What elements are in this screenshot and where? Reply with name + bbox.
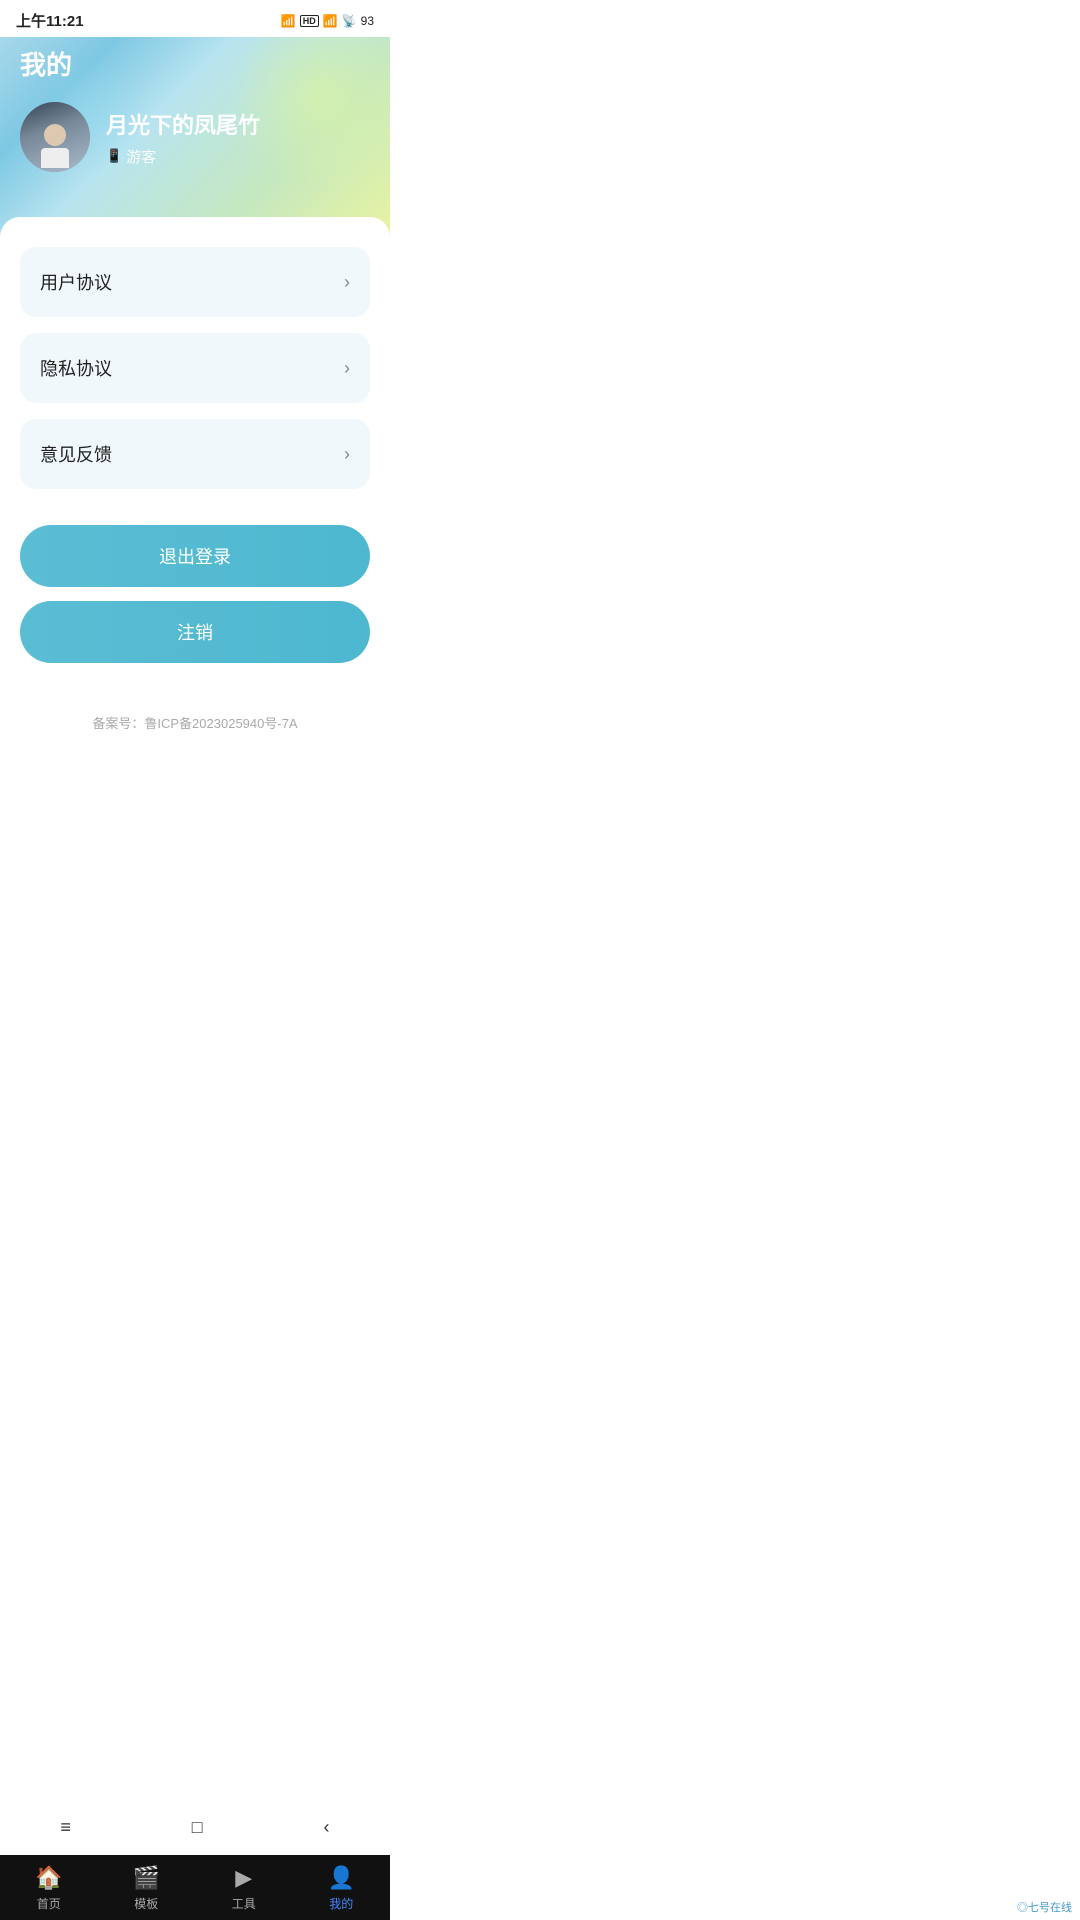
nav-item-template[interactable]: 🎬 模板	[98, 1865, 196, 1912]
profile-section: 月光下的凤尾竹 📱 游客	[0, 102, 390, 172]
sys-home-button[interactable]: □	[192, 1817, 203, 1838]
nav-item-home[interactable]: 🏠 首页	[0, 1865, 98, 1912]
profile-name: 月光下的凤尾竹	[106, 108, 260, 140]
status-time: 上午11:21	[16, 10, 84, 31]
hero-section: 我的 月光下的凤尾竹 📱 游客	[0, 37, 390, 237]
nav-label-mine: 我的	[329, 1895, 353, 1912]
menu-list: 用户协议 › 隐私协议 › 意见反馈 ›	[20, 247, 370, 489]
tools-icon: ▶	[235, 1865, 252, 1891]
hd-badge: HD	[300, 15, 319, 27]
chevron-right-icon: ›	[344, 358, 350, 379]
signal2-icon: 📶	[323, 14, 338, 28]
wifi-icon: 📡	[342, 14, 357, 28]
profile-role: 📱 游客	[106, 146, 260, 167]
menu-item-label: 用户协议	[40, 269, 112, 295]
signal-icon: 📶	[281, 14, 296, 28]
nav-label-home: 首页	[37, 1895, 61, 1912]
menu-item-feedback[interactable]: 意见反馈 ›	[20, 419, 370, 489]
profile-info: 月光下的凤尾竹 📱 游客	[106, 108, 260, 167]
mine-icon: 👤	[328, 1865, 355, 1891]
status-icons: 📶 HD 📶 📡 93	[281, 14, 374, 28]
menu-item-label: 意见反馈	[40, 441, 112, 467]
chevron-right-icon: ›	[344, 272, 350, 293]
page-title: 我的	[0, 37, 390, 102]
status-bar: 上午11:21 📶 HD 📶 📡 93	[0, 0, 390, 37]
phone-icon: 📱	[106, 148, 122, 164]
menu-item-label: 隐私协议	[40, 355, 112, 381]
template-icon: 🎬	[133, 1865, 160, 1891]
nav-label-template: 模板	[134, 1895, 158, 1912]
chevron-right-icon: ›	[344, 444, 350, 465]
watermark: ◎七号在线	[1017, 1899, 1072, 1915]
nav-item-tools[interactable]: ▶ 工具	[195, 1865, 293, 1912]
cancel-account-button[interactable]: 注销	[20, 601, 370, 663]
nav-label-tools: 工具	[232, 1895, 256, 1912]
sys-menu-button[interactable]: ≡	[60, 1817, 71, 1838]
main-content: 用户协议 › 隐私协议 › 意见反馈 › 退出登录 注销 备案号：鲁ICP备20…	[0, 217, 390, 817]
bottom-nav: 🏠 首页 🎬 模板 ▶ 工具 👤 我的	[0, 1855, 390, 1920]
avatar[interactable]	[20, 102, 90, 172]
action-buttons: 退出登录 注销	[20, 525, 370, 663]
logout-button[interactable]: 退出登录	[20, 525, 370, 587]
system-nav: ≡ □ ‹	[0, 1807, 390, 1848]
icp-info: 备案号：鲁ICP备2023025940号-7A	[20, 713, 370, 732]
home-icon: 🏠	[35, 1865, 62, 1891]
battery-icon: 93	[361, 14, 374, 28]
menu-item-privacy-policy[interactable]: 隐私协议 ›	[20, 333, 370, 403]
menu-item-user-agreement[interactable]: 用户协议 ›	[20, 247, 370, 317]
nav-item-mine[interactable]: 👤 我的	[293, 1865, 391, 1912]
sys-back-button[interactable]: ‹	[324, 1817, 330, 1838]
